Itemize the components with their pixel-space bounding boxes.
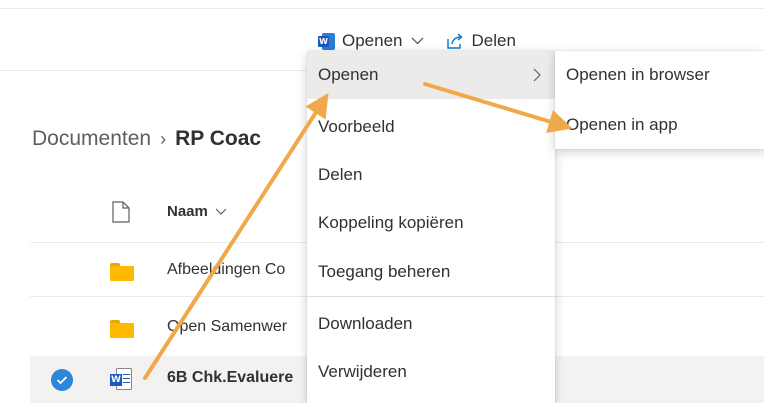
column-header-name[interactable]: Naam xyxy=(167,203,227,220)
column-header-name-label: Naam xyxy=(167,203,208,220)
share-button[interactable]: Delen xyxy=(424,31,516,51)
menu-item-delete[interactable]: Verwijderen xyxy=(307,348,555,396)
menu-item-share[interactable]: Delen xyxy=(307,151,555,199)
folder-icon xyxy=(110,260,134,284)
checkmark-icon xyxy=(51,369,73,391)
open-button-label: Openen xyxy=(342,31,403,50)
share-button-label: Delen xyxy=(471,31,516,50)
file-name[interactable]: 6B Chk.Evaluere xyxy=(167,369,293,387)
breadcrumb: Documenten › RP Coac xyxy=(32,127,261,151)
breadcrumb-current: RP Coac xyxy=(175,127,262,150)
chevron-right-icon xyxy=(533,67,541,87)
folder-icon xyxy=(110,317,134,341)
file-name[interactable]: Open Samenwer xyxy=(167,318,287,336)
menu-item-copy-link[interactable]: Koppeling kopiëren xyxy=(307,199,555,247)
file-type-icon[interactable] xyxy=(112,201,136,225)
chevron-down-icon xyxy=(215,208,227,215)
menu-item-label: Openen xyxy=(318,65,379,84)
menu-item-manage-access[interactable]: Toegang beheren xyxy=(307,248,555,296)
breadcrumb-root[interactable]: Documenten xyxy=(32,127,151,151)
menu-item-label: Voorbeeld xyxy=(318,117,395,136)
menu-item-label: Koppeling kopiëren xyxy=(318,213,464,232)
menu-item-preview[interactable]: Voorbeeld xyxy=(307,103,555,151)
open-submenu: Openen in browser Openen in app xyxy=(555,51,764,149)
submenu-item-label: Openen in browser xyxy=(566,65,710,84)
top-divider xyxy=(0,8,764,9)
word-document-icon: W xyxy=(110,368,134,392)
submenu-item-open-in-browser[interactable]: Openen in browser xyxy=(555,51,764,99)
context-menu: Openen Voorbeeld Delen Koppeling kopiëre… xyxy=(307,51,555,403)
file-name[interactable]: Afbeeldingen Co xyxy=(167,261,285,279)
chevron-down-icon[interactable] xyxy=(411,37,424,45)
menu-item-label: Downloaden xyxy=(318,314,413,333)
menu-item-label: Verwijderen xyxy=(318,362,407,381)
open-button[interactable]: W Openen xyxy=(318,31,424,51)
menu-divider xyxy=(307,296,555,297)
menu-item-open[interactable]: Openen xyxy=(307,51,555,99)
submenu-item-label: Openen in app xyxy=(566,115,678,134)
word-icon: W xyxy=(318,32,335,50)
row-checkbox[interactable] xyxy=(51,369,73,391)
menu-item-label: Delen xyxy=(318,165,363,184)
menu-item-download[interactable]: Downloaden xyxy=(307,300,555,348)
share-icon xyxy=(446,33,464,49)
breadcrumb-separator: › xyxy=(160,128,167,149)
submenu-item-open-in-app[interactable]: Openen in app xyxy=(555,101,764,149)
menu-item-label: Toegang beheren xyxy=(318,262,451,281)
